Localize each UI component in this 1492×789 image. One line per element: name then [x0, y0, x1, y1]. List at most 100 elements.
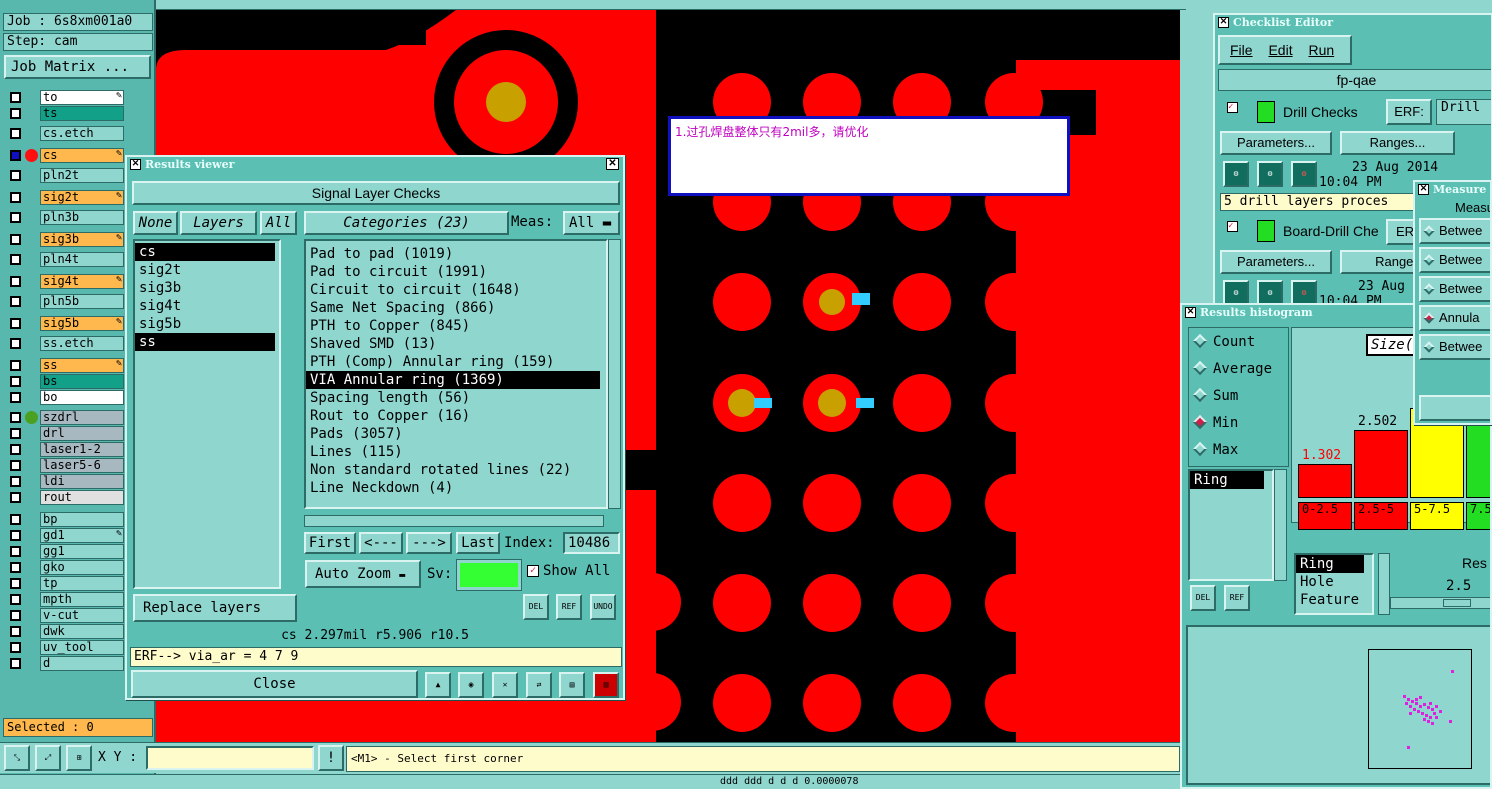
run-icon[interactable]: ⚙ — [1291, 161, 1317, 187]
list-scrollbar[interactable] — [1274, 469, 1287, 581]
layer-checkbox[interactable] — [10, 626, 21, 637]
category-item[interactable]: Non standard rotated lines (22) — [306, 461, 600, 479]
prev-button[interactable]: <--- — [359, 532, 403, 554]
layer-row[interactable]: to ✎ — [8, 90, 125, 105]
xy-input[interactable] — [146, 746, 314, 770]
category-item[interactable]: VIA Annular ring (1369) — [306, 371, 600, 389]
layer-checkbox[interactable] — [10, 338, 21, 349]
layer-list-item[interactable]: ss — [135, 333, 275, 351]
layer-row[interactable]: sig4t ✎ — [8, 274, 125, 289]
close-button[interactable]: Close — [131, 670, 418, 698]
layer-row[interactable]: mpth — [8, 592, 125, 607]
menu-run[interactable]: Run — [1308, 42, 1334, 58]
results-viewer-titlebar[interactable]: ✕ Results viewer ✕ — [127, 157, 623, 172]
window-menu-icon[interactable]: ✕ — [1418, 184, 1429, 195]
all-layers-button[interactable]: All — [260, 211, 297, 235]
layer-name[interactable]: tp — [40, 576, 124, 591]
del-button[interactable]: DEL — [1190, 585, 1216, 611]
layer-row[interactable]: sig5b ✎ — [8, 316, 125, 331]
review-note[interactable]: 1.过孔焊盘整体只有2mil多，请优化 — [668, 116, 1070, 196]
mode-radio[interactable]: Sum — [1189, 387, 1288, 415]
layer-name[interactable]: pln3b — [40, 210, 124, 225]
ref-button[interactable]: REF — [1224, 585, 1250, 611]
reject-icon[interactable]: ✕ — [492, 672, 518, 698]
layer-checkbox[interactable] — [10, 578, 21, 589]
index-input[interactable]: 10486 — [563, 532, 620, 554]
checklist-titlebar[interactable]: ✕ Checklist Editor — [1215, 15, 1491, 30]
grid-icon[interactable]: ⊞ — [66, 745, 92, 771]
category-item[interactable]: Pads (3057) — [306, 425, 600, 443]
erf-value[interactable]: Drill — [1436, 99, 1491, 125]
menu-edit[interactable]: Edit — [1268, 42, 1292, 58]
layer-name[interactable]: cs — [40, 148, 124, 163]
layer-row[interactable]: bp — [8, 512, 125, 527]
layers-button[interactable]: Layers — [180, 211, 257, 235]
layer-row[interactable]: drl — [8, 426, 125, 441]
mode-radio[interactable]: Max — [1189, 441, 1288, 469]
layer-list-item[interactable]: cs — [135, 243, 275, 261]
slider-thumb[interactable] — [1443, 599, 1471, 607]
layer-name[interactable]: ss.etch — [40, 336, 124, 351]
layer-checkbox[interactable] — [10, 92, 21, 103]
layer-name[interactable]: bp — [40, 512, 124, 527]
layer-row[interactable]: gd1 ✎ — [8, 528, 125, 543]
category-item[interactable]: Pad to pad (1019) — [306, 245, 600, 263]
layer-name[interactable]: ts — [40, 106, 124, 121]
layer-list-item[interactable]: sig3b — [135, 279, 275, 297]
layer-row[interactable]: laser1-2 — [8, 442, 125, 457]
window-menu-icon[interactable]: ✕ — [1185, 307, 1196, 318]
list-item[interactable]: Ring — [1190, 471, 1264, 489]
none-button[interactable]: None — [133, 211, 178, 235]
layer-row[interactable]: ldi — [8, 474, 125, 489]
layer-name[interactable]: laser5-6 — [40, 458, 124, 473]
alert-icon[interactable]: ! — [318, 745, 344, 771]
parameters-button[interactable]: Parameters... — [1220, 131, 1332, 155]
layer-row[interactable]: ts — [8, 106, 125, 121]
category-item[interactable]: Same Net Spacing (866) — [306, 299, 600, 317]
replace-layers-select[interactable]: Replace layers — [133, 594, 297, 622]
layer-checkbox[interactable] — [10, 318, 21, 329]
layer-checkbox[interactable] — [10, 444, 21, 455]
layer-name[interactable]: gd1 — [40, 528, 124, 543]
layer-checkbox[interactable] — [10, 476, 21, 487]
category-item[interactable]: Shaved SMD (13) — [306, 335, 600, 353]
layer-checkbox[interactable] — [10, 514, 21, 525]
layer-checkbox[interactable] — [10, 296, 21, 307]
list-scrollbar[interactable] — [1378, 553, 1390, 615]
layer-checkbox[interactable] — [10, 428, 21, 439]
layer-checkbox[interactable] — [10, 530, 21, 541]
histogram-bar[interactable] — [1298, 464, 1352, 498]
layer-name[interactable]: bo — [40, 390, 124, 405]
layer-row[interactable]: pln4t — [8, 252, 125, 267]
layer-row[interactable]: sig3b ✎ — [8, 232, 125, 247]
layer-checkbox[interactable] — [10, 254, 21, 265]
layer-name[interactable]: sig3b — [40, 232, 124, 247]
layer-name[interactable]: bs — [40, 374, 124, 389]
layer-row[interactable]: cs ✎ — [8, 148, 125, 163]
layer-row[interactable]: laser5-6 — [8, 458, 125, 473]
category-item[interactable]: PTH to Copper (845) — [306, 317, 600, 335]
close-icon[interactable]: ✕ — [606, 158, 619, 170]
category-item[interactable]: Circuit to circuit (1648) — [306, 281, 600, 299]
last-button[interactable]: Last — [456, 532, 500, 554]
layer-row[interactable]: bo — [8, 390, 125, 405]
window-menu-icon[interactable]: ✕ — [130, 159, 141, 170]
layer-checkbox[interactable] — [10, 562, 21, 573]
ranges-button[interactable]: Ranges... — [1340, 131, 1455, 155]
layer-row[interactable]: rout — [8, 490, 125, 505]
job-matrix-button[interactable]: Job Matrix ... — [4, 55, 151, 79]
categories-list[interactable]: Pad to pad (1019) Pad to circuit (1991) Ci… — [304, 239, 608, 509]
layer-row[interactable]: pln5b — [8, 294, 125, 309]
layer-row[interactable]: cs.etch — [8, 126, 125, 141]
layer-name[interactable]: pln5b — [40, 294, 124, 309]
layer-name[interactable]: szdrl — [40, 410, 124, 425]
measure-close-button[interactable] — [1419, 395, 1490, 421]
bin-label[interactable]: 2.5-5 — [1354, 502, 1408, 530]
layer-row[interactable]: uv_tool — [8, 640, 125, 655]
layer-row[interactable]: ss.etch — [8, 336, 125, 351]
erf-button[interactable]: ERF: — [1386, 99, 1432, 125]
histogram-bar[interactable] — [1354, 430, 1408, 498]
measure-item[interactable]: Betwee — [1419, 276, 1490, 302]
layer-checkbox[interactable] — [10, 212, 21, 223]
report-icon[interactable]: ▤ — [559, 672, 585, 698]
